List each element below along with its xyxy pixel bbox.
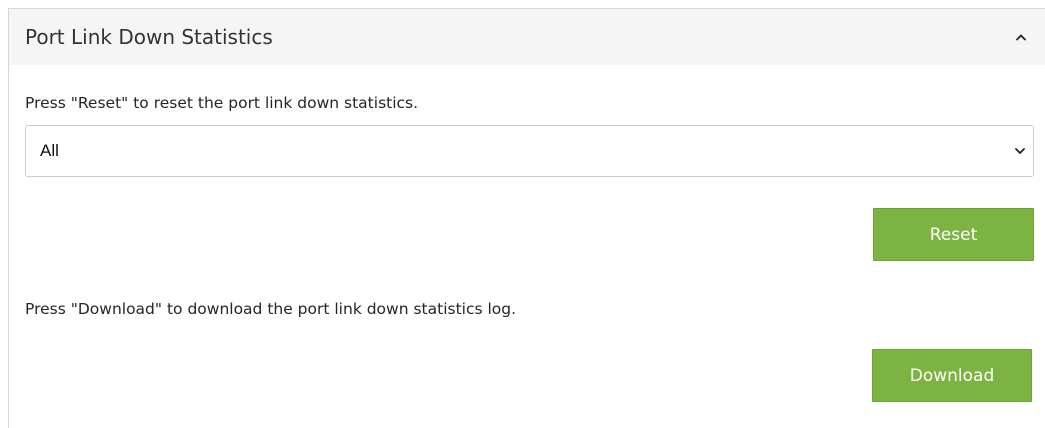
panel-header[interactable]: Port Link Down Statistics (9, 9, 1045, 65)
reset-button[interactable]: Reset (873, 208, 1034, 261)
chevron-up-icon[interactable] (1009, 23, 1033, 51)
reset-instruction-text: Press "Reset" to reset the port link dow… (25, 94, 419, 112)
chevron-down-icon (1013, 144, 1027, 158)
port-select[interactable]: All (25, 125, 1034, 177)
port-select-value: All (40, 141, 59, 160)
download-button[interactable]: Download (872, 349, 1032, 402)
download-instruction-text: Press "Download" to download the port li… (25, 300, 517, 318)
port-link-down-statistics-panel: Port Link Down Statistics Press "Reset" … (8, 8, 1045, 428)
panel-title: Port Link Down Statistics (25, 25, 273, 49)
